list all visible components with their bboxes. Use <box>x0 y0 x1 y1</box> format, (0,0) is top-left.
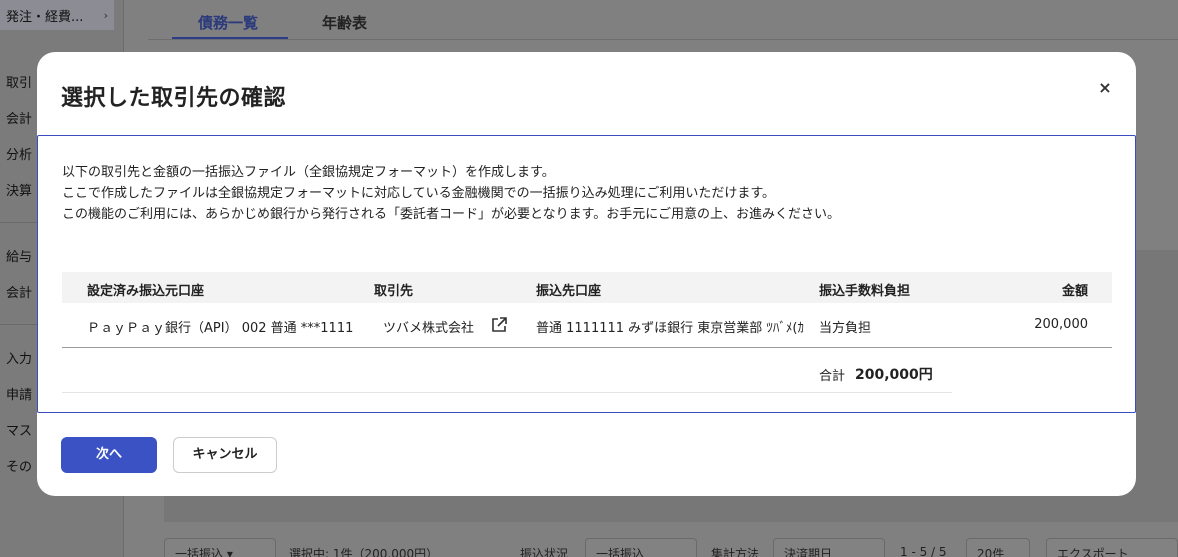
total-row: 合計 200,000円 <box>62 353 952 393</box>
source-account-cell: ＰａｙＰａｙ銀行（API） 002 普通 ***1111 <box>87 321 354 336</box>
sidebar-item[interactable]: 入力 <box>6 348 32 367</box>
sidebar-item[interactable]: 分析 <box>6 144 32 163</box>
export-button[interactable]: エクスポート <box>1046 538 1178 557</box>
sidebar-item[interactable]: 申請 <box>6 384 32 403</box>
dialog-body: 以下の取引先と金額の一括振込ファイル（全銀協規定フォーマット）を作成します。 こ… <box>37 135 1136 413</box>
aggregate-select[interactable]: 決済期日 <box>773 538 885 557</box>
tab-age-table[interactable]: 年齢表 <box>322 12 367 33</box>
tabs-divider <box>148 39 1178 40</box>
chevron-right-icon: › <box>103 8 108 22</box>
sidebar-item-orders-expenses[interactable]: 発注・経費... › <box>0 0 114 30</box>
sidebar-item[interactable]: その <box>6 456 32 475</box>
transfer-status-label: 振込状況 <box>520 547 569 557</box>
tab-debt-list[interactable]: 債務一覧 <box>198 12 258 33</box>
column-header-source-account: 設定済み振込元口座 <box>87 284 205 299</box>
column-header-partner: 取引先 <box>374 284 414 299</box>
sidebar-item[interactable]: 会計 <box>6 282 32 301</box>
column-header-amount: 金額 <box>1061 284 1088 299</box>
column-header-dest-account: 振込先口座 <box>536 284 602 299</box>
aggregate-label: 集計方法 <box>711 547 760 557</box>
external-link-icon[interactable] <box>490 316 508 334</box>
cancel-button[interactable]: キャンセル <box>173 437 277 473</box>
description-line: ここで作成したファイルは全銀協規定フォーマットに対応している金融機関での一括振り… <box>62 186 776 201</box>
selected-summary: 選択中: 1件（200,000円） <box>289 547 439 557</box>
partner-cell: ツバメ株式会社 <box>383 321 475 336</box>
sidebar-item[interactable]: 決算 <box>6 180 32 199</box>
total-value: 200,000円 <box>855 367 933 383</box>
transfer-status-select[interactable]: 一括振込 <box>585 538 697 557</box>
fee-cell: 当方負担 <box>819 321 872 336</box>
sidebar-item[interactable]: 取引 <box>6 72 32 91</box>
dialog-title: 選択した取引先の確認 <box>61 86 287 111</box>
bulk-transfer-dropdown[interactable]: 一括振込 ▾ <box>164 538 276 557</box>
description-line: 以下の取引先と金額の一括振込ファイル（全銀協規定フォーマット）を作成します。 <box>62 165 555 180</box>
per-page-select[interactable]: 20件 <box>966 538 1030 557</box>
table-header: 設定済み振込元口座 取引先 振込先口座 振込手数料負担 金額 <box>62 272 1112 303</box>
description-line: この機能のご利用には、あらかじめ銀行から発行される「委託者コード」が必要となりま… <box>62 207 841 222</box>
sidebar-item[interactable]: 給与 <box>6 246 32 265</box>
next-button[interactable]: 次へ <box>61 437 157 473</box>
dialog-description: 以下の取引先と金額の一括振込ファイル（全銀協規定フォーマット）を作成します。 こ… <box>62 162 840 225</box>
sidebar-item[interactable]: 会計 <box>6 108 32 127</box>
total-label: 合計 <box>819 369 846 384</box>
dest-account-cell: 普通 1111111 みずほ銀行 東京営業部 ﾂﾊﾞﾒ(ｶ <box>536 321 804 336</box>
amount-cell: 200,000 <box>1034 317 1088 332</box>
confirm-partners-dialog: 選択した取引先の確認 × 以下の取引先と金額の一括振込ファイル（全銀協規定フォー… <box>37 52 1136 496</box>
sidebar-item-label: 発注・経費... <box>6 9 84 25</box>
sidebar-item[interactable]: マス <box>6 420 32 439</box>
partners-table: 設定済み振込元口座 取引先 振込先口座 振込手数料負担 金額 ＰａｙＰａｙ銀行（… <box>62 272 1112 348</box>
pagination-text: 1 - 5 / 5 <box>900 545 947 557</box>
column-header-fee: 振込手数料負担 <box>819 284 911 299</box>
table-row: ＰａｙＰａｙ銀行（API） 002 普通 ***1111 ツバメ株式会社 普通 … <box>62 303 1112 348</box>
close-icon[interactable]: × <box>1095 78 1115 98</box>
